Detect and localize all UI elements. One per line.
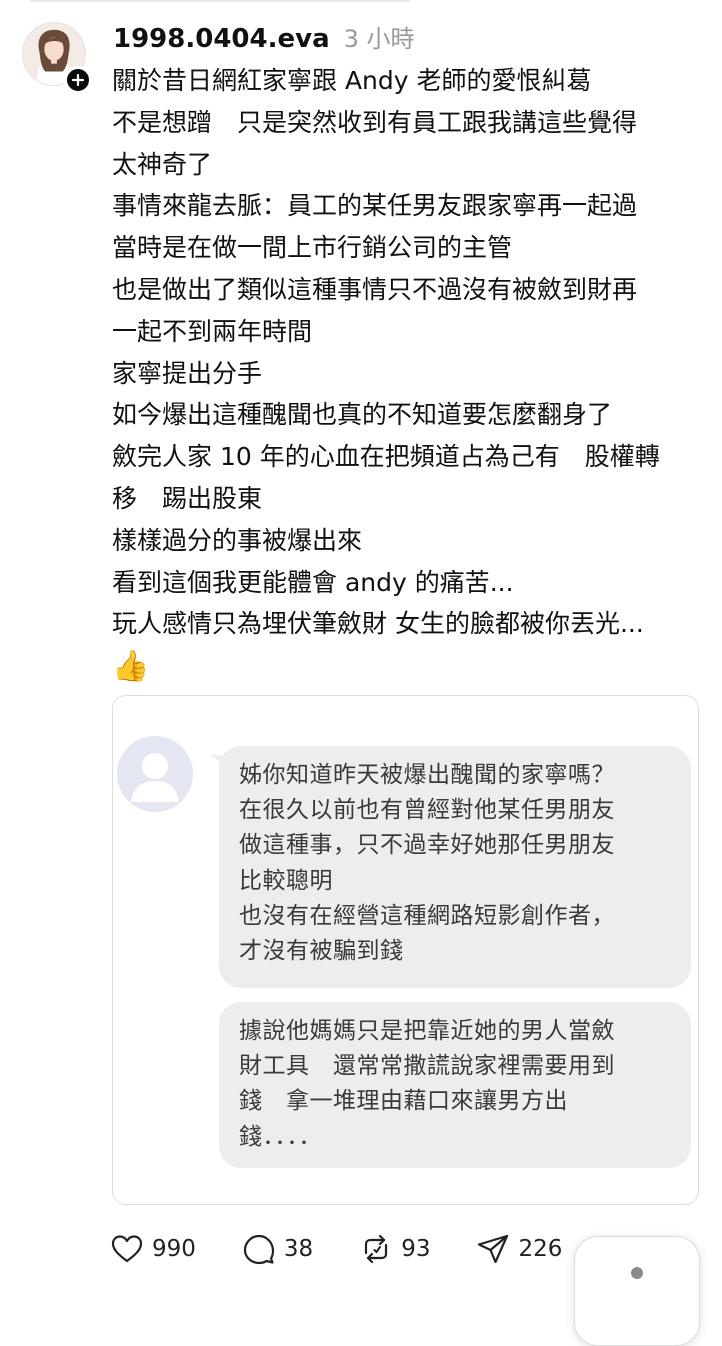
share-button[interactable]: 226 [476,1232,562,1266]
post-line: 家寧提出分手 [112,358,263,388]
post-line: 看到這個我更能體會 andy 的痛苦... [112,567,514,597]
post-header: 1998.0404.eva 3 小時 [113,19,415,54]
message-line: 比較聰明 [239,867,333,894]
action-bar: 990 38 93 226 [110,1226,608,1272]
share-count: 226 [518,1236,563,1262]
post-line: 關於昔日網紅家寧跟 Andy 老師的愛恨糾葛 [112,66,592,95]
post-line: 當時是在做一間上市行銷公司的主管 [112,233,513,263]
post-line: 移 踢出股東 [112,483,263,513]
post-timestamp: 3 小時 [343,25,415,53]
message-line: 在很久以前也有曾經對他某任男朋友 [239,797,615,824]
message-line: 錢．．．． [239,1123,322,1150]
comment-button[interactable]: 38 [242,1232,313,1266]
follow-button[interactable] [64,66,92,94]
post-line: 斂完人家 10 年的心血在把頻道占為己有 股權轉 [112,442,660,472]
attached-screenshot[interactable]: 姊你知道昨天被爆出醜聞的家寧嗎？ 在很久以前也有曾經對他某任男朋友 做這種事，只… [112,695,699,1205]
dm-avatar [117,736,193,812]
post-line: 不是想蹭 只是突然收到有員工跟我講這些覺得 [112,107,638,137]
message-line: 做這種事，只不過幸好她那任男朋友 [239,832,615,859]
post-text: 關於昔日網紅家寧跟 Andy 老師的愛恨糾葛 不是想蹭 只是突然收到有員工跟我講… [112,60,712,687]
post-line: 一起不到兩年時間 [112,316,313,346]
comment-count: 38 [283,1236,314,1262]
repost-icon [365,1234,388,1264]
post-line: 事情來龍去脈：員工的某任男友跟家寧再一起過 [112,191,638,221]
top-divider [30,0,410,2]
default-user-icon [117,736,193,812]
message-line: 也沒有在經營這種網路短影創作者， [239,902,615,929]
send-icon [478,1234,509,1264]
post-line: 玩人感情只為埋伏筆斂財 女生的臉都被你丟光... [112,609,644,639]
speech-bubble-icon [243,1234,275,1265]
post-line: 太神奇了 [112,149,213,179]
message-line: 錢 拿一堆理由藉口來讓男方出 [239,1088,568,1115]
message-line: 財工具 還常常撒謊說家裡需要用到 [239,1053,615,1080]
like-count: 990 [152,1236,196,1262]
repost-button[interactable]: 93 [359,1232,430,1266]
thumbs-up-emoji: 👍 [112,649,150,685]
message-line: 據說他媽媽只是把靠近她的男人當斂 [239,1018,615,1044]
message-line: 才沒有被騙到錢 [239,937,404,964]
message-bubble: 姊你知道昨天被爆出醜聞的家寧嗎？ 在很久以前也有曾經對他某任男朋友 做這種事，只… [219,746,691,988]
repost-count: 93 [401,1236,431,1262]
heart-icon [111,1235,143,1263]
post-line: 也是做出了類似這種事情只不過沒有被斂到財再 [112,274,638,304]
like-button[interactable]: 990 [110,1232,196,1266]
username[interactable]: 1998.0404.eva [113,24,330,54]
floating-action-button[interactable] [574,1236,700,1346]
post-line: 樣樣過分的事被爆出來 [112,525,363,555]
plus-icon [71,73,85,87]
fab-dot-icon [631,1267,643,1279]
post-line: 如今爆出這種醜聞也真的不知道要怎麼翻身了 [112,400,613,430]
message-line: 姊你知道昨天被爆出醜聞的家寧嗎？ [239,762,615,788]
message-bubble: 據說他媽媽只是把靠近她的男人當斂 財工具 還常常撒謊說家裡需要用到 錢 拿一堆理… [219,1002,691,1168]
